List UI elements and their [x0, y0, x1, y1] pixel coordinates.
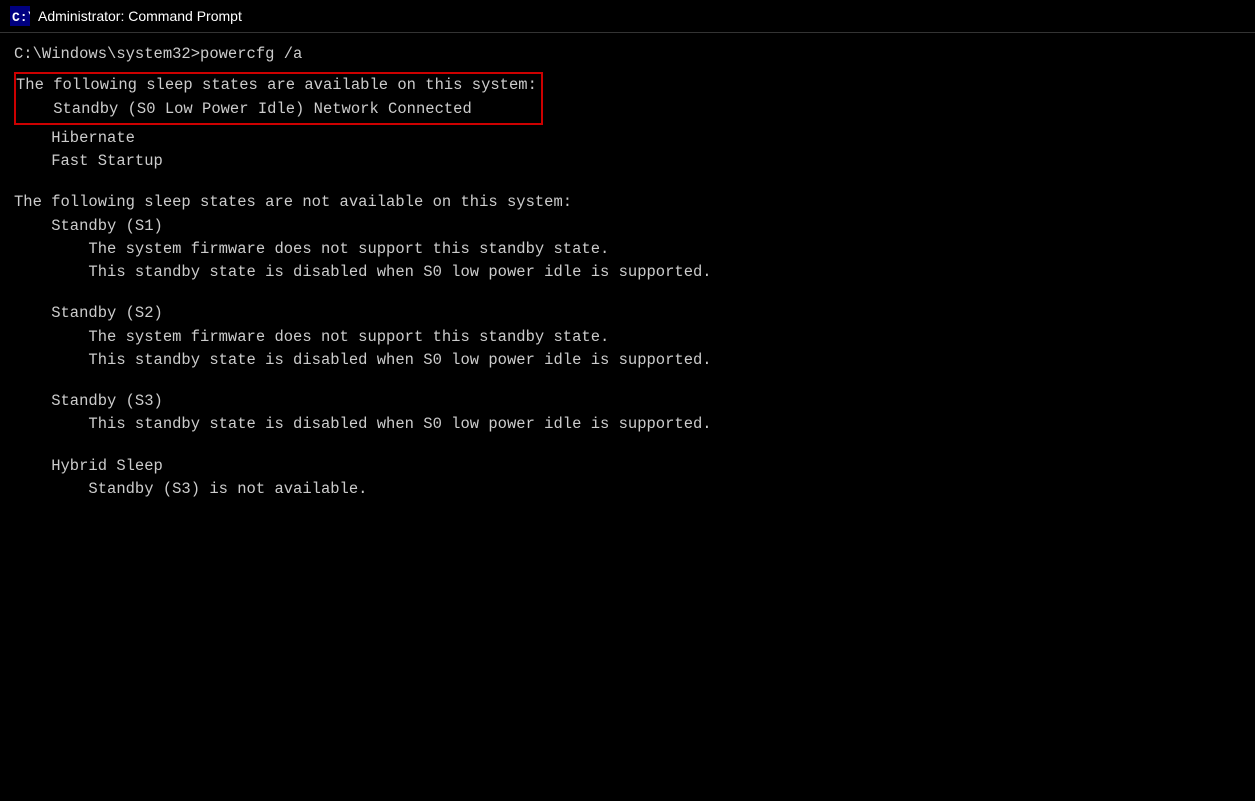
available-header: The following sleep states are available…	[16, 74, 537, 97]
standby-s1-name: Standby (S1)	[14, 215, 1241, 238]
standby-s2-reason-1: This standby state is disabled when S0 l…	[14, 349, 1241, 372]
available-state-0: Standby (S0 Low Power Idle) Network Conn…	[16, 98, 537, 121]
standby-s3-name: Standby (S3)	[14, 390, 1241, 413]
available-state-2: Fast Startup	[14, 150, 1241, 173]
standby-s2-name: Standby (S2)	[14, 302, 1241, 325]
prompt-text: C:\Windows\system32>powercfg /a	[14, 43, 1241, 66]
available-state-1: Hibernate	[14, 127, 1241, 150]
standby-s1-reason-1: This standby state is disabled when S0 l…	[14, 261, 1241, 284]
hybrid-sleep-name: Hybrid Sleep	[14, 455, 1241, 478]
terminal-body: C:\Windows\system32>powercfg /a The foll…	[0, 33, 1255, 511]
window-title: Administrator: Command Prompt	[38, 8, 242, 24]
title-bar: C:\ Administrator: Command Prompt	[0, 0, 1255, 33]
cmd-icon: C:\	[10, 6, 30, 26]
highlight-box: The following sleep states are available…	[14, 72, 543, 125]
standby-s2-reason-0: The system firmware does not support thi…	[14, 326, 1241, 349]
unavailable-header: The following sleep states are not avail…	[14, 191, 1241, 214]
standby-s3-reason-0: This standby state is disabled when S0 l…	[14, 413, 1241, 436]
standby-s1-reason-0: The system firmware does not support thi…	[14, 238, 1241, 261]
hybrid-sleep-reason-0: Standby (S3) is not available.	[14, 478, 1241, 501]
svg-text:C:\: C:\	[12, 10, 30, 25]
command-prompt-line: C:\Windows\system32>powercfg /a	[14, 43, 1241, 66]
